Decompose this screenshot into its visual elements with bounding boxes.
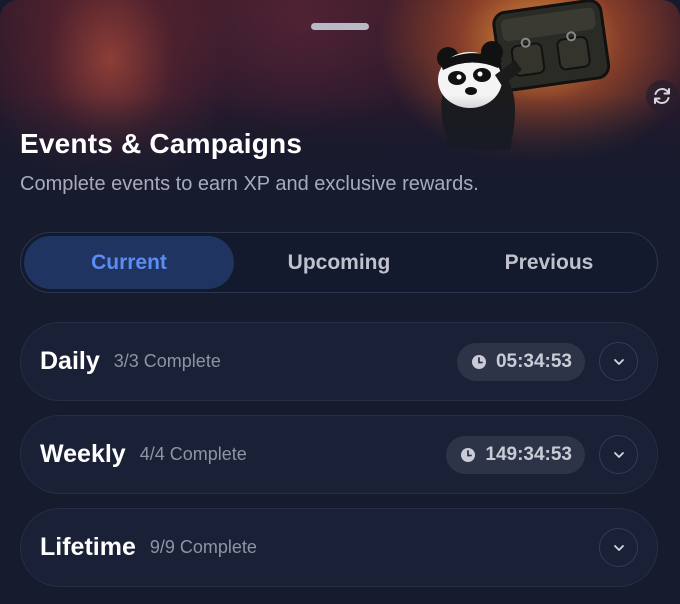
expand-button[interactable] xyxy=(599,342,638,381)
page-subtitle: Complete events to earn XP and exclusive… xyxy=(20,173,479,195)
page-title: Events & Campaigns xyxy=(20,128,303,159)
event-timer-value: 05:34:53 xyxy=(495,350,572,372)
event-row-lifetime[interactable]: Lifetime 9/9 Complete xyxy=(20,508,658,587)
event-name: Lifetime xyxy=(40,533,136,561)
refresh-glyph-icon xyxy=(654,88,670,104)
expand-button[interactable] xyxy=(599,528,638,567)
refresh-icon[interactable] xyxy=(646,80,678,112)
drag-handle[interactable] xyxy=(311,23,369,30)
event-name: Weekly xyxy=(40,440,126,468)
event-status: 9/9 Complete xyxy=(149,537,257,557)
clock-icon xyxy=(461,447,476,462)
event-name: Daily xyxy=(40,347,100,375)
event-status: 4/4 Complete xyxy=(139,444,247,464)
event-timer-value: 149:34:53 xyxy=(485,443,572,465)
chevron-down-icon xyxy=(613,358,624,365)
event-status: 3/3 Complete xyxy=(113,351,221,371)
event-timer: 149:34:53 xyxy=(446,435,585,474)
events-sheet: Events & Campaigns Complete events to ea… xyxy=(0,0,680,604)
chevron-down-icon xyxy=(613,544,624,551)
clock-icon xyxy=(471,354,486,369)
tab-current[interactable]: Current xyxy=(24,236,234,289)
tab-previous[interactable]: Previous xyxy=(444,236,654,289)
event-timer: 05:34:53 xyxy=(456,342,585,381)
event-row-daily[interactable]: Daily 3/3 Complete 05:34:53 xyxy=(20,322,658,401)
event-row-weekly[interactable]: Weekly 4/4 Complete 149:34:53 xyxy=(20,415,658,494)
expand-button[interactable] xyxy=(599,435,638,474)
tab-upcoming[interactable]: Upcoming xyxy=(234,236,444,289)
event-tabs: Current Upcoming Previous xyxy=(20,232,658,293)
chevron-down-icon xyxy=(613,451,624,458)
